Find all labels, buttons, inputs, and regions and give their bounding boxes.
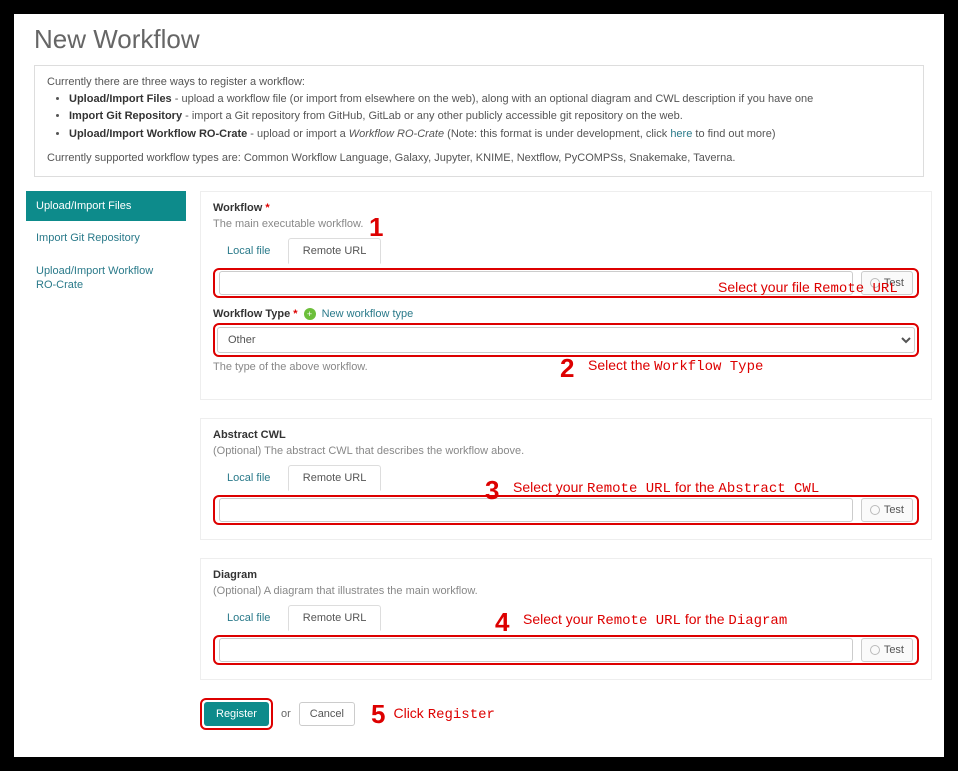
diagram-test-button[interactable]: Test [861, 638, 913, 662]
spinner-icon [870, 505, 880, 515]
diagram-url-input[interactable] [219, 638, 853, 662]
diagram-desc: (Optional) A diagram that illustrates th… [213, 585, 919, 597]
annot-5: Click Register [393, 705, 494, 723]
cwl-url-input[interactable] [219, 498, 853, 522]
annot-num-2: 2 [560, 353, 574, 384]
actions: Register or Cancel 5 Click Register [200, 698, 932, 730]
workflow-type-select[interactable]: Other [217, 327, 915, 353]
info-bullet-rocrate: Upload/Import Workflow RO-Crate - upload… [69, 127, 911, 142]
new-workflow-type-link[interactable]: New workflow type [322, 308, 414, 320]
diagram-tab-remote[interactable]: Remote URL [288, 605, 382, 631]
sidebar-item-git[interactable]: Import Git Repository [26, 223, 186, 253]
spinner-icon [870, 645, 880, 655]
page: New Workflow Currently there are three w… [14, 14, 944, 757]
annot-num-1: 1 [369, 212, 383, 243]
annot-num-5: 5 [371, 699, 385, 730]
info-intro: Currently there are three ways to regist… [47, 76, 911, 88]
diagram-tab-local[interactable]: Local file [213, 606, 284, 630]
abstract-cwl-panel: Abstract CWL (Optional) The abstract CWL… [200, 418, 932, 540]
diagram-panel: Diagram (Optional) A diagram that illust… [200, 558, 932, 680]
annot-3: Select your Remote URL for the Abstract … [513, 479, 819, 497]
info-bullet-upload: Upload/Import Files - upload a workflow … [69, 92, 911, 107]
tab-local-file[interactable]: Local file [213, 239, 284, 263]
cwl-label: Abstract CWL [213, 429, 919, 441]
register-button[interactable]: Register [204, 702, 269, 726]
annot-4: Select your Remote URL for the Diagram [523, 611, 787, 629]
info-supported: Currently supported workflow types are: … [47, 152, 911, 164]
tab-remote-url[interactable]: Remote URL [288, 238, 382, 264]
sidebar-item-rocrate[interactable]: Upload/Import Workflow RO-Crate [26, 256, 186, 301]
workflow-tabs: Local file Remote URL [213, 238, 919, 264]
annot-num-3: 3 [485, 475, 499, 506]
diagram-url-row: Test [213, 635, 919, 665]
annot-num-4: 4 [495, 607, 509, 638]
info-bullet-git: Import Git Repository - import a Git rep… [69, 109, 911, 124]
cwl-desc: (Optional) The abstract CWL that describ… [213, 445, 919, 457]
plus-icon: + [304, 308, 316, 320]
workflow-type-label: Workflow Type * + New workflow type [213, 308, 919, 320]
cancel-button[interactable]: Cancel [299, 702, 355, 726]
page-title: New Workflow [34, 24, 936, 55]
cwl-tab-remote[interactable]: Remote URL [288, 465, 382, 491]
or-text: or [281, 708, 291, 720]
workflow-desc: The main executable workflow. [213, 218, 919, 230]
annot-1: Select your file Remote URL [718, 279, 898, 297]
cwl-tab-local[interactable]: Local file [213, 466, 284, 490]
annot-2: Select the Workflow Type [588, 357, 763, 375]
main-form: Workflow * The main executable workflow.… [200, 191, 932, 730]
cwl-url-row: Test [213, 495, 919, 525]
sidebar-item-upload[interactable]: Upload/Import Files [26, 191, 186, 221]
diagram-label: Diagram [213, 569, 919, 581]
here-link[interactable]: here [670, 128, 692, 140]
sidebar: Upload/Import Files Import Git Repositor… [26, 191, 186, 730]
workflow-label: Workflow * [213, 202, 919, 214]
info-box: Currently there are three ways to regist… [34, 65, 924, 177]
cwl-test-button[interactable]: Test [861, 498, 913, 522]
